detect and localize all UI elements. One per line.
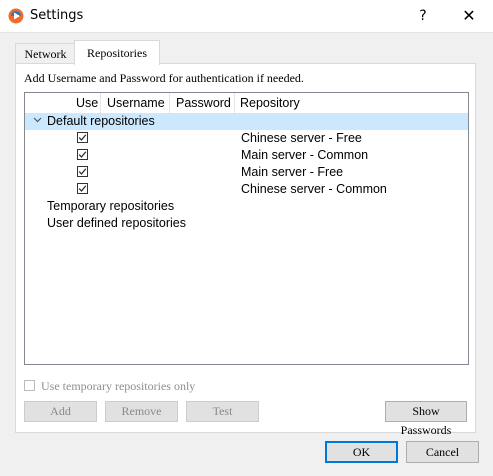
column-header-use[interactable]: Use (71, 93, 101, 113)
category-label: User defined repositories (47, 216, 186, 230)
repository-row[interactable]: Chinese server - Common (25, 181, 468, 198)
test-button[interactable]: Test (186, 401, 259, 422)
repository-row[interactable]: Chinese server - Free (25, 130, 468, 147)
window-title: Settings (30, 8, 84, 23)
column-header-username[interactable]: Username (102, 93, 170, 113)
repositories-tree-grid[interactable]: Use Username Password Repository Default… (24, 92, 469, 365)
use-checkbox[interactable] (77, 132, 88, 143)
title-bar: Settings ? ✕ (0, 0, 493, 32)
category-row-temporary[interactable]: Temporary repositories (25, 198, 468, 215)
use-checkbox[interactable] (77, 149, 88, 160)
repository-row[interactable]: Main server - Free (25, 164, 468, 181)
use-checkbox[interactable] (77, 166, 88, 177)
show-passwords-button[interactable]: Show Passwords (385, 401, 467, 437)
tab-repositories[interactable]: Repositories (74, 40, 160, 65)
category-row-default[interactable]: Default repositories (25, 113, 468, 130)
column-header-repository[interactable]: Repository (235, 93, 468, 113)
repository-row[interactable]: Main server - Common (25, 147, 468, 164)
category-row-user-defined[interactable]: User defined repositories (25, 215, 468, 232)
repositories-panel: Add Username and Password for authentica… (15, 63, 476, 433)
close-button[interactable]: ✕ (452, 4, 486, 28)
remove-button[interactable]: Remove (105, 401, 178, 422)
auth-hint-text: Add Username and Password for authentica… (24, 71, 304, 85)
use-checkbox[interactable] (77, 183, 88, 194)
use-temporary-only-label: Use temporary repositories only (41, 379, 196, 393)
column-header-password[interactable]: Password (171, 93, 235, 113)
repository-name: Chinese server - Free (241, 131, 362, 145)
use-temporary-only-checkbox[interactable] (24, 380, 35, 391)
category-label: Temporary repositories (47, 199, 175, 213)
chevron-down-icon[interactable] (33, 113, 42, 130)
repository-name: Main server - Free (241, 165, 344, 179)
tab-network[interactable]: Network (15, 43, 76, 64)
add-button[interactable]: Add (24, 401, 97, 422)
help-button[interactable]: ? (408, 4, 438, 28)
cancel-button[interactable]: Cancel (406, 441, 479, 463)
repository-name: Chinese server - Common (241, 182, 387, 196)
ok-button[interactable]: OK (325, 441, 398, 463)
dialog-body: Network Repositories Add Username and Pa… (0, 32, 493, 476)
repository-name: Main server - Common (241, 148, 369, 162)
category-label: Default repositories (47, 114, 155, 128)
app-logo-icon (8, 8, 24, 24)
